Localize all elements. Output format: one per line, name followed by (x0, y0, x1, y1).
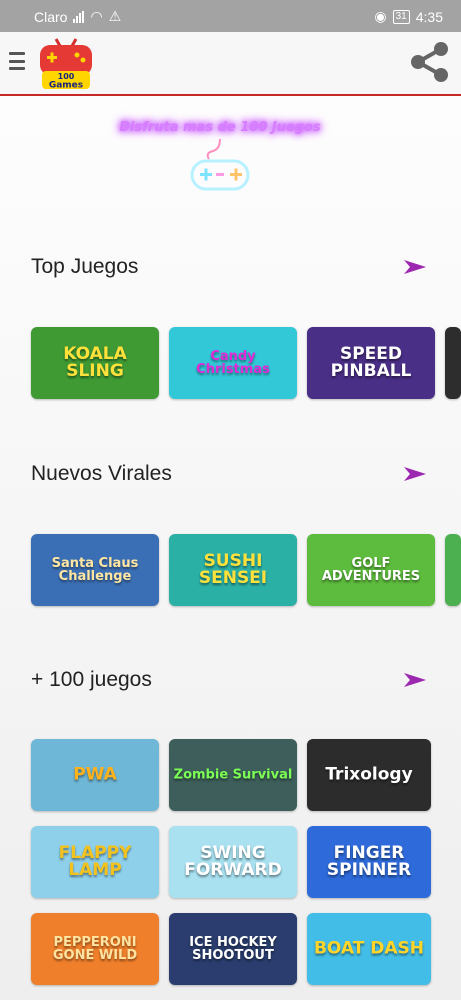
arrow-right-icon[interactable] (404, 467, 426, 481)
game-card-ice-hockey-shootout[interactable]: ICE HOCKEY SHOOTOUT (169, 913, 297, 985)
game-card-santa-claus-challenge[interactable]: Santa Claus Challenge (31, 534, 159, 606)
game-card-golf-adventures[interactable]: GOLF ADVENTURES (307, 534, 435, 606)
game-card-label: Candy Christmas (196, 349, 270, 377)
game-card-koala-sling[interactable]: KOALA SLING (31, 327, 159, 399)
status-bar: Claro ◠ ⚠ ◉ 31 4:35 (0, 0, 461, 32)
game-card-label: SWING FORWARD (184, 843, 282, 880)
game-card-partial[interactable] (445, 534, 461, 606)
logo-bottom-text: Games (49, 81, 83, 91)
section-title-nuevos-virales: Nuevos Virales (31, 462, 172, 485)
gamepad-icon (190, 138, 250, 191)
game-card-label: Zombie Survival (173, 767, 293, 783)
section-title-100-juegos: + 100 juegos (31, 668, 152, 691)
game-card-swing-forward[interactable]: SWING FORWARD (169, 826, 297, 898)
game-card-sushi-sensei[interactable]: SUSHI SENSEI (169, 534, 297, 606)
game-card-label: KOALA SLING (63, 344, 127, 381)
game-card-zombie-survival[interactable]: Zombie Survival (169, 739, 297, 811)
signal-icon (73, 10, 85, 23)
wifi-icon: ◠ (90, 8, 103, 24)
game-card-label: FLAPPY LAMP (58, 843, 132, 880)
game-card-label: ICE HOCKEY SHOOTOUT (189, 935, 277, 963)
section-title-top-juegos: Top Juegos (31, 255, 139, 278)
game-card-label: BOAT DASH (313, 938, 425, 959)
game-card-label: Trixology (325, 764, 413, 785)
game-card-trixology[interactable]: Trixology (307, 739, 431, 811)
game-card-pwa[interactable]: PWA (31, 739, 159, 811)
game-card-label: PWA (73, 764, 117, 785)
carrier-label: Claro (34, 8, 68, 25)
game-card-finger-spinner[interactable]: FINGER SPINNER (307, 826, 431, 898)
game-card-label: GOLF ADVENTURES (321, 556, 421, 584)
game-card-partial[interactable] (445, 327, 461, 399)
game-card-boat-dash[interactable]: BOAT DASH (307, 913, 431, 985)
game-card-flappy-lamp[interactable]: FLAPPY LAMP (31, 826, 159, 898)
arrow-right-icon[interactable] (404, 260, 426, 274)
eye-icon: ◉ (374, 8, 387, 24)
game-card-label: SUSHI SENSEI (198, 551, 268, 588)
arrow-right-icon[interactable] (404, 673, 426, 687)
share-icon[interactable] (408, 40, 452, 84)
banner-text: Disfruta mas de 100 Juegos (119, 120, 321, 135)
game-card-label: SPEED PINBALL (330, 344, 412, 381)
app-bar: 100 Games (0, 32, 461, 96)
app-logo: 100 Games (40, 38, 92, 91)
warning-icon: ⚠ (108, 8, 122, 24)
battery-icon: 31 (392, 9, 410, 24)
promo-banner: Disfruta mas de 100 Juegos (100, 110, 340, 200)
game-card-label: PEPPERONI GONE WILD (52, 935, 138, 963)
game-card-candy-christmas[interactable]: Candy Christmas (169, 327, 297, 399)
game-card-speed-pinball[interactable]: SPEED PINBALL (307, 327, 435, 399)
menu-icon[interactable] (9, 52, 25, 70)
clock: 4:35 (415, 8, 443, 25)
game-card-pepperoni-gone-wild[interactable]: PEPPERONI GONE WILD (31, 913, 159, 985)
game-card-label: Santa Claus Challenge (51, 556, 139, 584)
game-card-label: FINGER SPINNER (326, 843, 412, 880)
